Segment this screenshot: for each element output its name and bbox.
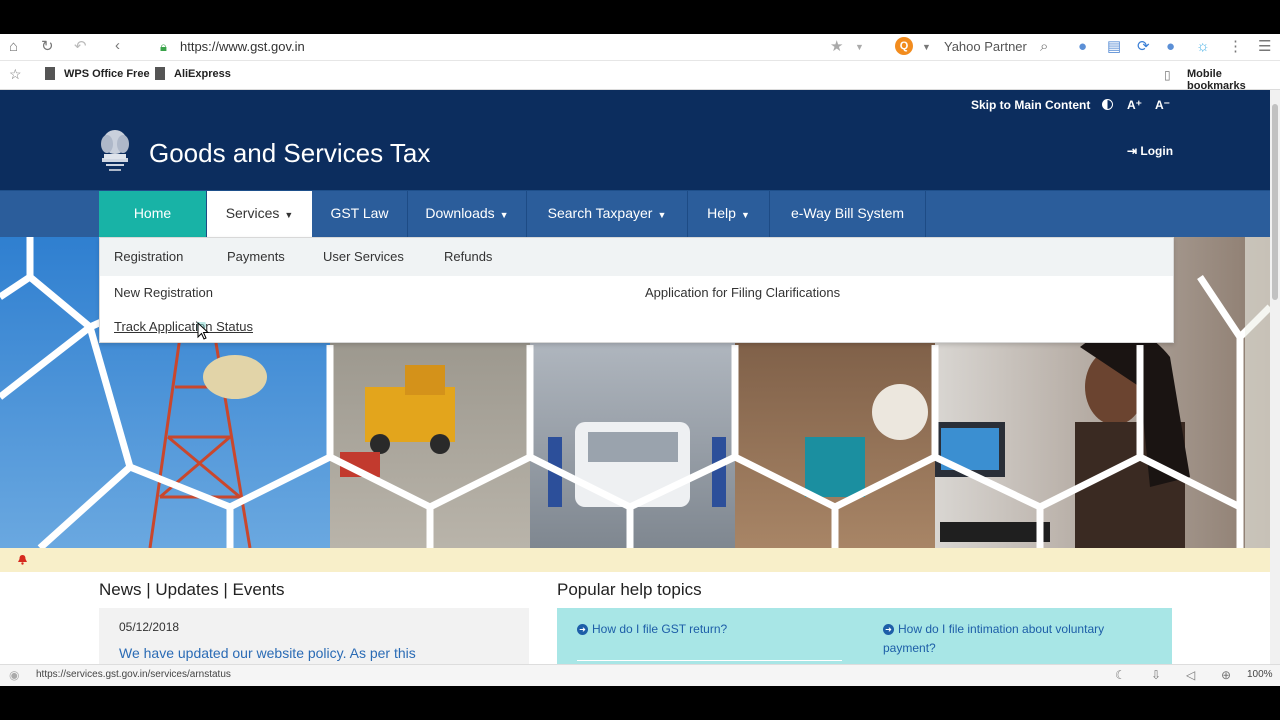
caret-down-icon: ▼ <box>284 210 294 220</box>
mouse-cursor-icon <box>197 322 209 340</box>
night-mode-icon[interactable]: ☾ <box>1115 668 1126 683</box>
tab-refunds[interactable]: Refunds <box>444 249 492 264</box>
circle-arrow-icon: ➜ <box>577 624 588 636</box>
emblem-icon <box>101 130 129 171</box>
chevron-down-icon[interactable]: ▼ <box>855 40 864 55</box>
news-date: 05/12/2018 <box>119 620 180 634</box>
services-dropdown: Registration Payments User Services Refu… <box>99 237 1174 343</box>
nav-downloads[interactable]: Downloads ▼ <box>408 191 527 237</box>
browser-window: ⌂ ↻ ↶ ‹ 🔒︎ https://www.gst.gov.in ★ ▼ Q … <box>0 34 1280 686</box>
extension-icon[interactable]: ☼ <box>1196 39 1210 54</box>
scrollbar-thumb[interactable] <box>1272 104 1278 300</box>
services-tabs: Registration Payments User Services Refu… <box>100 238 1173 276</box>
download-icon[interactable]: ⇩ <box>1151 668 1161 683</box>
nav-help-label: Help <box>707 205 736 221</box>
divider <box>577 660 842 661</box>
browser-toolbar: ⌂ ↻ ↶ ‹ 🔒︎ https://www.gst.gov.in ★ ▼ Q … <box>0 34 1280 61</box>
address-bar[interactable]: https://www.gst.gov.in <box>180 39 305 54</box>
extension-icon[interactable]: ● <box>1166 39 1175 54</box>
bookmark-star-icon[interactable]: ★ <box>830 39 843 54</box>
more-icon[interactable]: ⋮ <box>1228 39 1243 54</box>
status-bar: ◉ https://services.gst.gov.in/services/a… <box>0 664 1280 686</box>
tab-payments[interactable]: Payments <box>227 249 285 264</box>
nav-home-label: Home <box>133 205 172 221</box>
caret-down-icon: ▼ <box>740 210 750 220</box>
tab-user-services[interactable]: User Services <box>323 249 404 264</box>
news-heading: News | Updates | Events <box>99 580 285 599</box>
nav-downloads-label: Downloads <box>425 205 495 221</box>
tab-registration[interactable]: Registration <box>114 249 183 264</box>
font-increase-button[interactable]: A⁺ <box>1127 98 1142 112</box>
help-topic-link[interactable]: ➜ How do I file intimation about voluntar… <box>883 620 1153 658</box>
caret-down-icon: ▼ <box>499 210 509 220</box>
nav-search-taxpayer[interactable]: Search Taxpayer ▼ <box>527 191 688 237</box>
search-engine-label[interactable]: Yahoo Partner <box>944 39 1027 54</box>
nav-gst-law[interactable]: GST Law <box>312 191 408 237</box>
mobile-bookmarks[interactable]: Mobile bookmarks <box>1187 68 1280 92</box>
main-nav: Home Services ▼ GST Law Downloads ▼ Search… <box>0 190 1270 237</box>
site-title: Goods and Services Tax <box>149 138 431 168</box>
alert-bar <box>0 548 1270 572</box>
page-scrollbar[interactable] <box>1270 90 1280 664</box>
reload-icon[interactable]: ↻ <box>41 39 54 54</box>
contrast-icon[interactable] <box>1102 99 1113 110</box>
skip-to-main-link[interactable]: Skip to Main Content <box>971 98 1090 112</box>
menu-icon[interactable]: ☰ <box>1258 39 1271 54</box>
nav-services[interactable]: Services ▼ <box>207 191 312 237</box>
home-icon[interactable]: ⌂ <box>9 39 18 54</box>
lock-icon: 🔒︎ <box>160 39 167 54</box>
status-url: https://services.gst.gov.in/services/arn… <box>36 669 231 680</box>
search-engine-icon[interactable]: Q <box>895 37 913 55</box>
caret-down-icon: ▼ <box>657 210 667 220</box>
notes-icon[interactable]: ▤ <box>1107 39 1121 54</box>
page-icon <box>45 67 55 80</box>
font-decrease-button[interactable]: A⁻ <box>1155 98 1170 112</box>
bell-icon[interactable] <box>17 554 28 565</box>
page-icon <box>155 67 165 80</box>
login-link[interactable]: ⇥ Login <box>1127 144 1173 158</box>
nav-services-label: Services <box>225 205 280 221</box>
bookmarks-bar: ☆ WPS Office Free AliExpress ▯ Mobile bo… <box>0 61 1280 92</box>
zoom-level[interactable]: 100% <box>1247 669 1273 680</box>
circle-arrow-icon: ➜ <box>883 624 894 636</box>
sync-icon[interactable]: ⟳ <box>1137 39 1150 54</box>
login-label: Login <box>1140 144 1174 158</box>
help-topic-label: How do I file intimation about voluntary… <box>883 622 1105 655</box>
help-topic-link[interactable]: ➜ How do I file GST return? <box>577 620 837 639</box>
help-topic-label: How do I file GST return? <box>592 622 728 636</box>
mobile-icon: ▯ <box>1164 68 1171 82</box>
nav-help[interactable]: Help ▼ <box>688 191 770 237</box>
new-registration-link[interactable]: New Registration <box>114 285 213 300</box>
nav-home[interactable]: Home <box>99 191 207 237</box>
network-icon: ◉ <box>9 668 20 682</box>
filing-clarifications-link[interactable]: Application for Filing Clarifications <box>645 285 840 300</box>
bookmark-item[interactable]: AliExpress <box>174 68 231 80</box>
nav-gst-law-label: GST Law <box>330 205 389 221</box>
search-icon[interactable]: ⌕ <box>1040 39 1048 54</box>
site-header: Skip to Main Content A⁺ A⁻ Goods and Ser… <box>0 90 1270 190</box>
help-heading: Popular help topics <box>557 580 702 599</box>
extension-icon[interactable]: ● <box>1078 39 1087 54</box>
nav-eway-bill[interactable]: e-Way Bill System <box>770 191 926 237</box>
login-icon: ⇥ <box>1127 144 1141 158</box>
zoom-icon[interactable]: ⊕ <box>1221 668 1231 683</box>
nav-eway-bill-label: e-Way Bill System <box>790 205 905 221</box>
search-engine-dropdown-icon[interactable]: ▼ <box>922 40 931 55</box>
news-item-link[interactable]: We have updated our website policy. As p… <box>119 645 416 661</box>
track-application-status-link[interactable]: Track Application Status <box>114 319 253 334</box>
nav-search-taxpayer-label: Search Taxpayer <box>547 205 653 221</box>
back-icon[interactable]: ‹ <box>115 38 120 53</box>
star-outline-icon[interactable]: ☆ <box>9 67 22 82</box>
undo-icon[interactable]: ↶ <box>74 39 87 54</box>
bookmark-item[interactable]: WPS Office Free <box>64 68 150 80</box>
volume-icon[interactable]: ◁ <box>1186 668 1195 683</box>
